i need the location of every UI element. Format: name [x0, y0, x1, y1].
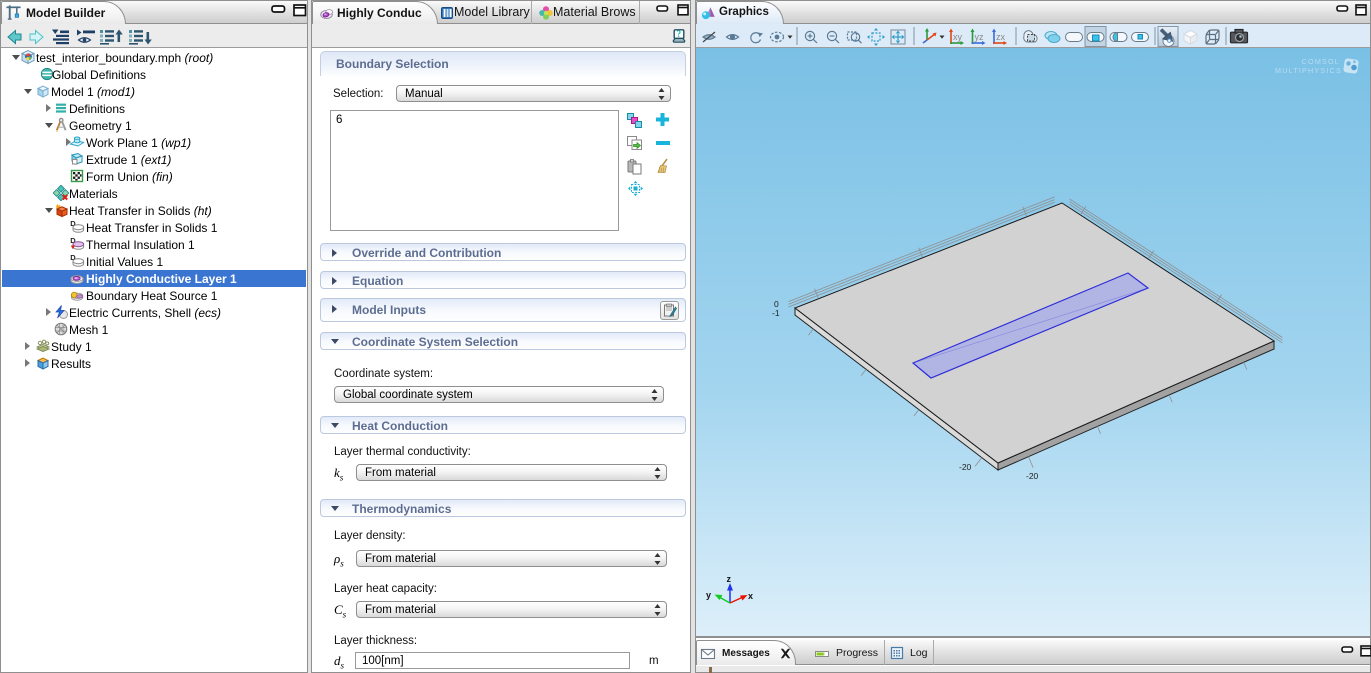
svg-text:MULTIPHYSICS: MULTIPHYSICS: [1275, 66, 1342, 75]
svg-text:-1: -1: [772, 308, 780, 318]
svg-text:xy: xy: [953, 32, 963, 42]
svg-text:y: y: [706, 590, 711, 600]
svg-text:zx: zx: [996, 32, 1006, 42]
svg-text:z: z: [727, 574, 732, 584]
svg-text:yz: yz: [975, 32, 985, 42]
svg-text:COMSOL: COMSOL: [1302, 57, 1340, 66]
svg-text:-20: -20: [959, 462, 972, 472]
svg-text:x: x: [748, 591, 753, 601]
svg-text:-20: -20: [1026, 471, 1039, 481]
